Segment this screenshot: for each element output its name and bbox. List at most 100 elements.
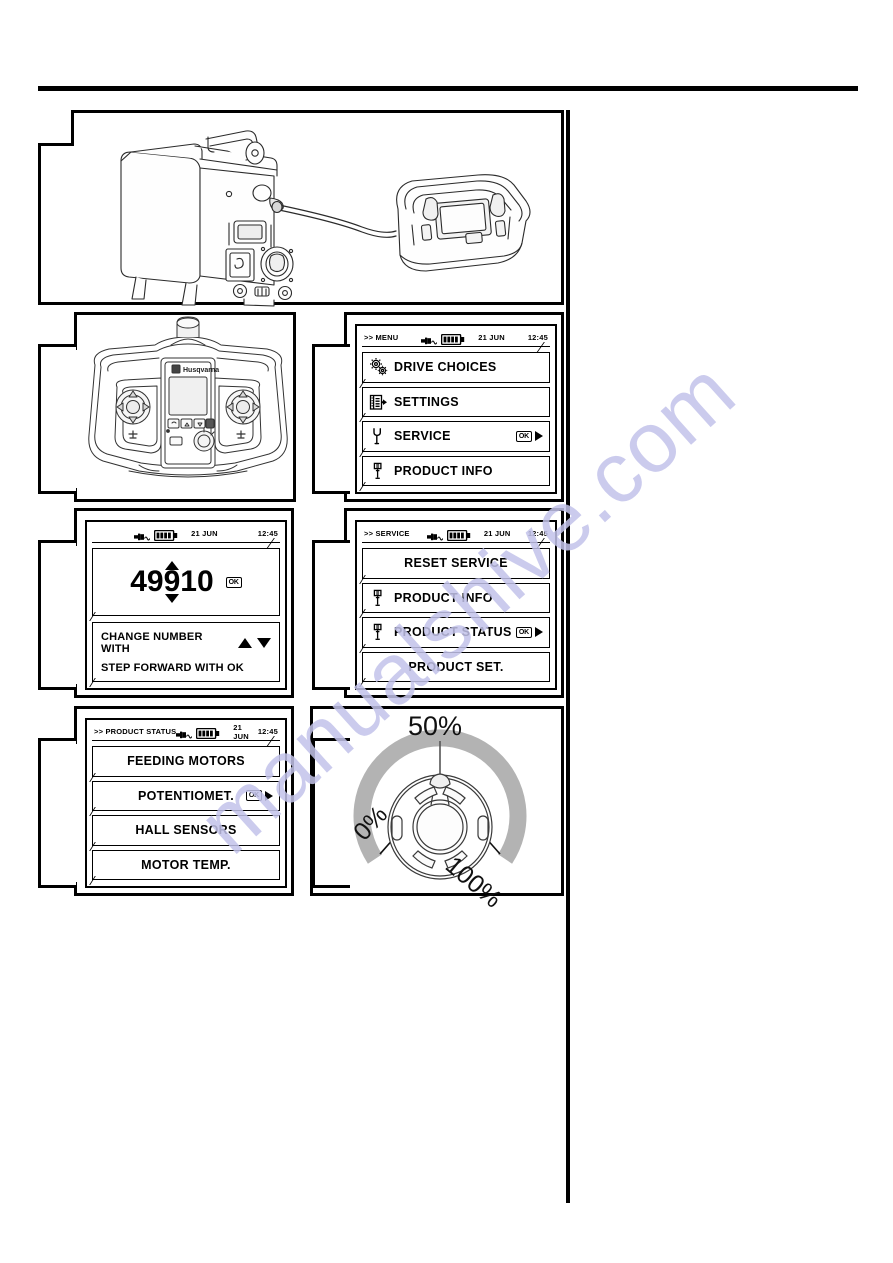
service-item-label: PRODUCT INFO [394, 590, 493, 605]
number-entry-display: 21 JUN 12:45 49910 OK CHANGE NUMBER WITH [85, 520, 287, 690]
status-item-label: MOTOR TEMP. [141, 857, 231, 872]
plug-icon [426, 529, 444, 540]
figure-2-callout-tab [38, 344, 79, 494]
status-icons: 21 JUN [134, 528, 218, 542]
figure-1-callout-tab [38, 143, 77, 305]
status-bar: >> PRODUCT STATUS 21 JUN 12:45 [92, 723, 280, 741]
status-date: 21 JUN [233, 722, 249, 741]
page-top-rule [38, 86, 858, 91]
ok-button[interactable]: OK [225, 576, 242, 588]
product-status-display: >> PRODUCT STATUS 21 JUN 12:45 FEEDING M… [85, 718, 287, 888]
status-bar: >> MENU 21 JUN 12:45 [362, 330, 550, 347]
ok-button[interactable]: OK [245, 790, 262, 802]
status-time: 12:45 [527, 529, 548, 538]
info-icon [369, 588, 388, 608]
hint-row-step: STEP FORWARD WITH OK [101, 662, 271, 674]
screen-title: >> SERVICE [364, 529, 410, 538]
ok-indicator-group[interactable]: OK [515, 626, 543, 638]
status-time: 12:45 [257, 727, 278, 736]
figure-5-service-screen: >> SERVICE 21 JUN 12:45 RESET SERVICE PR… [344, 508, 564, 698]
figure-2-remote-control: Husqvarna [74, 312, 296, 502]
dial-label-50: 50% [408, 711, 463, 741]
screen-title: >> PRODUCT STATUS [94, 727, 177, 736]
menu-item-label: DRIVE CHOICES [394, 360, 497, 375]
battery-icon [441, 332, 465, 346]
status-item-label: POTENTIOMET. [138, 788, 234, 803]
status-item-label: HALL SENSORS [135, 823, 237, 838]
plug-icon [421, 333, 438, 344]
battery-icon [446, 528, 471, 542]
number-value-box[interactable]: 49910 OK [92, 548, 280, 616]
status-item-potentiometer[interactable]: POTENTIOMET. OK [92, 780, 280, 811]
svg-text:Husqvarna: Husqvarna [183, 367, 219, 374]
status-item-hall-sensors[interactable]: HALL SENSORS [92, 815, 280, 846]
gears-icon [369, 357, 388, 377]
hint-step-label: STEP FORWARD WITH OK [101, 661, 244, 674]
service-item-label: PRODUCT SET. [408, 659, 504, 674]
status-item-feeding-motors[interactable]: FEEDING MOTORS [92, 746, 280, 777]
ok-button[interactable]: OK [515, 626, 532, 638]
ok-indicator-group[interactable]: OK [245, 790, 273, 802]
status-icons: 21 JUN [426, 528, 511, 542]
wrench-icon [369, 426, 388, 446]
service-item-product-set[interactable]: PRODUCT SET. [362, 651, 550, 682]
figure-1-machine-with-remote [71, 110, 564, 307]
menu-item-service[interactable]: SERVICE OK [362, 421, 550, 452]
info-icon [369, 461, 388, 481]
figure-4-number-entry-screen: 21 JUN 12:45 49910 OK CHANGE NUMBER WITH [74, 508, 294, 698]
service-list: RESET SERVICE PRODUCT INFO PRODUCT STATU… [362, 548, 550, 682]
chevron-right-icon [535, 431, 543, 442]
plug-icon [176, 727, 193, 738]
screen-title: >> MENU [364, 333, 399, 342]
hint-box: CHANGE NUMBER WITH STEP FORWARD WITH OK [92, 622, 280, 682]
status-item-label: FEEDING MOTORS [127, 754, 245, 769]
status-date: 21 JUN [191, 529, 218, 538]
hint-change-label: CHANGE NUMBER WITH [101, 630, 203, 655]
service-item-label: RESET SERVICE [404, 556, 508, 571]
status-time: 12:45 [257, 529, 278, 538]
status-bar: >> SERVICE 21 JUN 12:45 [362, 526, 550, 543]
menu-item-drive-choices[interactable]: DRIVE CHOICES [362, 352, 550, 383]
status-date: 21 JUN [483, 529, 511, 538]
ok-button[interactable]: OK [515, 430, 532, 442]
chevron-right-icon [535, 627, 543, 638]
menu-list: DRIVE CHOICES SETTINGS SERVICE OK PRODUC… [362, 352, 550, 486]
product-status-list: FEEDING MOTORS POTENTIOMET. OK HALL SENS… [92, 746, 280, 880]
menu-item-label: PRODUCT INFO [394, 463, 493, 478]
document-arrow-icon [369, 392, 388, 412]
figure-5-callout-tab [312, 540, 353, 690]
menu-item-product-info[interactable]: PRODUCT INFO [362, 455, 550, 486]
figure-3-menu-screen: >> MENU 21 JUN 12:45 DRIVE CHOICES SETTI… [344, 312, 564, 502]
menu-item-settings[interactable]: SETTINGS [362, 386, 550, 417]
figure-3-callout-tab [312, 344, 353, 494]
status-date: 21 JUN [478, 333, 505, 342]
menu-item-label: SERVICE [394, 429, 451, 444]
number-stepper[interactable]: 49910 [130, 560, 214, 604]
chevron-right-icon [265, 790, 273, 801]
battery-icon [153, 528, 178, 542]
service-item-product-status[interactable]: PRODUCT STATUS OK [362, 617, 550, 648]
decrement-arrow-icon[interactable] [164, 594, 179, 604]
battery-icon [196, 726, 220, 740]
figure-6-product-status-screen: >> PRODUCT STATUS 21 JUN 12:45 FEEDING M… [74, 706, 294, 896]
figure-7-callout-tab [312, 738, 353, 888]
menu-item-label: SETTINGS [394, 394, 459, 409]
service-item-product-info[interactable]: PRODUCT INFO [362, 582, 550, 613]
info-icon [369, 622, 388, 642]
up-arrow-icon [238, 637, 252, 648]
service-item-reset-service[interactable]: RESET SERVICE [362, 548, 550, 579]
service-item-label: PRODUCT STATUS [394, 625, 512, 640]
ok-indicator-group[interactable]: OK [515, 430, 543, 442]
down-arrow-icon [257, 637, 271, 648]
figure-6-callout-tab [38, 738, 79, 888]
status-bar: 21 JUN 12:45 [92, 526, 280, 543]
service-display: >> SERVICE 21 JUN 12:45 RESET SERVICE PR… [355, 520, 557, 690]
plug-icon [134, 529, 151, 540]
number-value: 49910 [130, 564, 214, 598]
hint-arrows [238, 637, 271, 648]
status-item-motor-temp[interactable]: MOTOR TEMP. [92, 849, 280, 880]
status-icons: 21 JUN [176, 723, 258, 741]
manual-page: manualshive.com Husqvarna >> MENU 21 JUN… [0, 0, 893, 1263]
status-icons: 21 JUN [421, 332, 505, 346]
status-time: 12:45 [527, 333, 548, 342]
